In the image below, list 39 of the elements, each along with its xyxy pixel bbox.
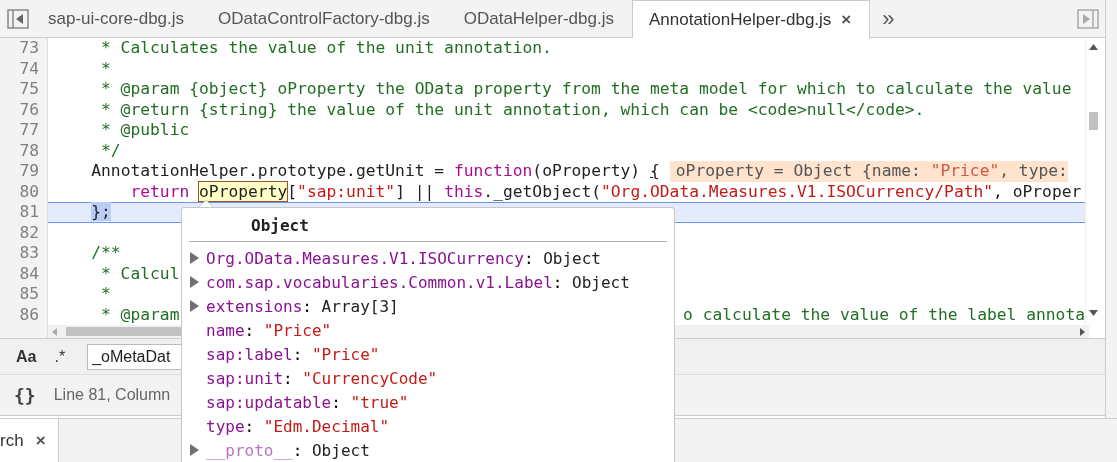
line-number: 81 [19, 202, 39, 223]
line-number: 74 [19, 58, 39, 79]
line-number: 80 [19, 181, 39, 202]
line-number: 73 [19, 38, 39, 59]
line-number: 78 [19, 140, 39, 161]
code-line: * @param {object} oProperty the OData property from the meta model for which to calculate the value [100, 79, 1072, 100]
line-number: 82 [19, 222, 39, 243]
line-number: 75 [19, 79, 39, 100]
code-line: * Calcul [100, 263, 180, 284]
code-line: o calculate the value of the label annota [683, 304, 1085, 325]
line-number: 77 [19, 120, 39, 141]
popover-title: Object [189, 208, 667, 242]
code-line: * @return {string} the value of the unit annotation, which can be <code>null</code>. [100, 99, 925, 120]
line-number: 76 [19, 99, 39, 120]
code-line: AnnotationHelper.prototype.getUnit = function(oProperty) { [90, 161, 660, 182]
property-entry: sap:updatable: "true" [206, 392, 409, 412]
line-number: 79 [19, 161, 39, 182]
property-entry: com.sap.vocabularies.Common.v1.Label: Object [206, 272, 630, 292]
code-line: * @param [100, 304, 180, 325]
property-entry: name: "Price" [206, 320, 332, 340]
line-number: 85 [19, 284, 39, 305]
property-entry: sap:label: "Price" [206, 344, 380, 364]
property-entry: Org.OData.Measures.V1.ISOCurrency: Object [206, 248, 601, 268]
property-entry: sap:unit: "CurrencyCode" [206, 368, 438, 388]
line-number: 84 [19, 263, 39, 284]
code-line: * [100, 284, 111, 305]
code-line: */ [100, 140, 121, 161]
property-entry: extensions: Array[3] [206, 296, 399, 316]
code-line: return oProperty["sap:unit"] || this._getObject("Org.OData.Measures.V1.ISOCurrency/Path", oProper [129, 181, 1082, 202]
code-line: /** [90, 243, 121, 264]
code-line: * [100, 58, 111, 79]
line-number: 86 [19, 304, 39, 325]
property-entry: __proto__: Object [206, 440, 370, 460]
property-entry: type: "Edm.Decimal" [206, 416, 390, 436]
cursor-position: Line 81, Column [53, 386, 171, 404]
code-line: * @public [100, 120, 190, 141]
code-line: * Calculates the value of the unit annotation. [100, 38, 552, 59]
line-number: 83 [19, 243, 39, 264]
inline-value: oProperty = Object {name: "Price", type: [669, 161, 1068, 182]
